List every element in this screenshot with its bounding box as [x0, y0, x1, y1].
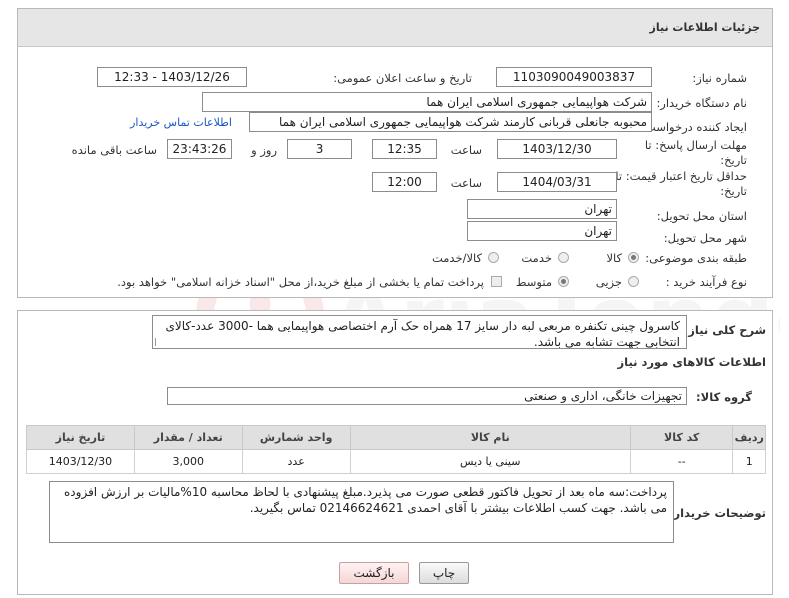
- panel-header: جزئیات اطلاعات نیاز: [18, 9, 772, 47]
- buyer-notes-label: توضیحات خریدار:: [668, 506, 766, 520]
- buyer-field: شرکت هواپیمایی جمهوری اسلامی ایران هما: [202, 92, 652, 112]
- buyer-label: نام دستگاه خریدار:: [656, 96, 747, 110]
- category-radio-goods-service[interactable]: [488, 252, 499, 263]
- summary-label: شرح کلی نیاز:: [683, 323, 766, 337]
- category-option-goods: کالا: [606, 251, 622, 265]
- process-radio-minor[interactable]: [628, 276, 639, 287]
- back-button[interactable]: بازگشت: [339, 562, 409, 584]
- category-radio-service[interactable]: [558, 252, 569, 263]
- category-radio-goods[interactable]: [628, 252, 639, 263]
- cell-goods-name: سینی یا دیس: [349, 449, 631, 474]
- page-title: جزئیات اطلاعات نیاز: [649, 21, 761, 34]
- remaining-time-label: ساعت باقی مانده: [71, 143, 157, 157]
- need-details-panel: جزئیات اطلاعات نیاز شماره نیاز: 11030900…: [17, 8, 773, 298]
- deadline-time-label: ساعت: [450, 143, 482, 157]
- need-number-label: شماره نیاز:: [692, 71, 747, 85]
- buyer-notes-value: پرداخت:سه ماه بعد از تحویل فاکتور قطعی ص…: [64, 485, 667, 515]
- table-header-row: ردیف کد کالا نام کالا واحد شمارش تعداد /…: [26, 425, 766, 450]
- validity-label-date: تاریخ:: [720, 184, 747, 198]
- category-option-goods-service: کالا/خدمت: [431, 251, 482, 265]
- treasury-payment-note: پرداخت تمام یا بخشی از مبلغ خرید،از محل …: [117, 275, 484, 289]
- deadline-date-field: 1403/12/30: [497, 139, 617, 159]
- cell-unit: عدد: [241, 449, 351, 474]
- process-option-minor: جزیی: [595, 275, 622, 289]
- col-goods-name: نام کالا: [349, 425, 631, 450]
- need-number-field: 1103090049003837: [496, 67, 652, 87]
- col-unit: واحد شمارش: [241, 425, 351, 450]
- treasury-payment-checkbox[interactable]: [491, 276, 502, 287]
- cell-goods-code: --: [629, 449, 734, 474]
- print-button[interactable]: چاپ: [419, 562, 469, 584]
- buyer-notes-text: پرداخت:سه ماه بعد از تحویل فاکتور قطعی ص…: [49, 481, 674, 543]
- validity-label: حداقل تاریخ اعتبار قیمت: تا: [615, 169, 747, 183]
- validity-date-field: 1404/03/31: [497, 172, 617, 192]
- cell-quantity: 3,000: [133, 449, 243, 474]
- deadline-label-date: تاریخ:: [720, 153, 747, 167]
- announce-date-field: 1403/12/26 - 12:33: [97, 67, 247, 87]
- col-row-number: ردیف: [732, 425, 766, 450]
- province-field: تهران: [467, 199, 617, 219]
- deadline-time-field: 12:35: [372, 139, 437, 159]
- table-row: 1 -- سینی یا دیس عدد 3,000 1403/12/30: [26, 449, 766, 474]
- description-panel: شرح کلی نیاز: کاسرول چینی تکنفره مربعی ل…: [17, 310, 773, 595]
- cell-need-date: 1403/12/30: [26, 449, 135, 474]
- process-option-medium: متوسط: [515, 275, 552, 289]
- col-goods-code: کد کالا: [629, 425, 734, 450]
- goods-group-label: گروه کالا:: [696, 390, 752, 404]
- process-label: نوع فرآیند خرید :: [665, 275, 747, 289]
- city-field: تهران: [467, 221, 617, 241]
- goods-group-field: تجهیزات خانگی، اداری و صنعتی: [167, 387, 687, 405]
- remaining-time-field: 23:43:26: [167, 139, 232, 159]
- creator-label: ایجاد کننده درخواست:: [641, 120, 747, 134]
- announce-date-label: تاریخ و ساعت اعلان عمومی:: [333, 71, 472, 85]
- validity-time-field: 12:00: [372, 172, 437, 192]
- validity-time-label: ساعت: [450, 176, 482, 190]
- buyer-contact-link[interactable]: اطلاعات تماس خریدار: [130, 116, 232, 129]
- days-label: روز و: [251, 143, 277, 157]
- summary-text: کاسرول چینی تکنفره مربعی لبه دار سایز 17…: [152, 315, 687, 349]
- col-need-date: تاریخ نیاز: [26, 425, 135, 450]
- creator-field: محبوبه جانعلی قربانی کارمند شرکت هواپیما…: [249, 112, 652, 132]
- cell-row-number: 1: [732, 449, 766, 474]
- city-label: شهر محل تحویل:: [663, 231, 747, 245]
- category-option-service: خدمت: [521, 251, 552, 265]
- col-quantity: تعداد / مقدار: [133, 425, 243, 450]
- process-radio-medium[interactable]: [558, 276, 569, 287]
- province-label: استان محل تحویل:: [656, 209, 747, 223]
- resize-grip-icon: [155, 338, 163, 346]
- summary-value: کاسرول چینی تکنفره مربعی لبه دار سایز 17…: [165, 319, 680, 349]
- days-remaining-field: 3: [287, 139, 352, 159]
- deadline-label: مهلت ارسال پاسخ: تا: [644, 138, 747, 152]
- goods-table: ردیف کد کالا نام کالا واحد شمارش تعداد /…: [26, 425, 766, 474]
- category-label: طبقه بندی موضوعی:: [645, 251, 747, 265]
- goods-info-title: اطلاعات کالاهای مورد نیاز: [617, 355, 766, 369]
